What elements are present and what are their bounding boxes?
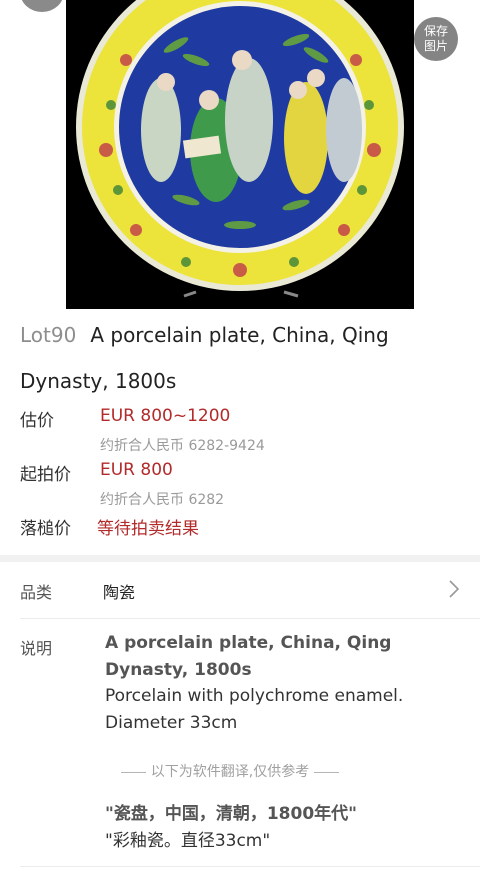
category-value: 陶瓷 <box>103 583 136 602</box>
translation-note: 以下为软件翻译,仅供参考 <box>105 761 355 781</box>
description-title: A porcelain plate, China, Qing Dynasty, … <box>105 633 392 680</box>
row-divider <box>20 618 480 619</box>
save-image-button[interactable]: 保存 图片 <box>414 17 458 61</box>
translation-title: "瓷盘，中国，清朝，1800年代" <box>105 804 358 824</box>
rule-left <box>120 771 146 773</box>
translation-body: "彩釉瓷。直径33cm" <box>105 831 271 851</box>
hammer-price-label: 落槌价 <box>20 519 71 539</box>
start-price-value: EUR 800 <box>100 460 173 480</box>
back-button[interactable] <box>20 0 64 12</box>
translation-note-text: 以下为软件翻译,仅供参考 <box>150 764 310 780</box>
description-line1: Porcelain with polychrome enamel. <box>105 686 404 706</box>
save-label-2: 图片 <box>423 39 448 53</box>
chevron-right-icon[interactable] <box>444 578 464 600</box>
lot-photo[interactable] <box>66 0 414 309</box>
section-divider <box>0 555 480 562</box>
porcelain-plate-image <box>66 0 414 309</box>
start-price-rmb: 约折合人民币 6282 <box>100 492 225 508</box>
rule-right <box>314 771 340 773</box>
lot-title-line2: Dynasty, 1800s <box>20 369 177 393</box>
bottom-divider <box>20 866 480 867</box>
save-label-1: 保存 <box>423 24 448 38</box>
estimate-label: 估价 <box>20 411 54 431</box>
lot-image-area: 保存 图片 <box>0 0 480 309</box>
description-line2: Diameter 33cm <box>105 712 238 733</box>
start-price-label: 起拍价 <box>20 465 71 485</box>
estimate-value: EUR 800~1200 <box>100 406 231 426</box>
lot-number: Lot90 <box>20 323 77 347</box>
category-label: 品类 <box>20 583 53 602</box>
lot-title-line1: A porcelain plate, China, Qing <box>90 323 389 347</box>
estimate-rmb: 约折合人民币 6282-9424 <box>100 438 265 454</box>
description-label: 说明 <box>20 639 53 658</box>
description-body: A porcelain plate, China, Qing Dynasty, … <box>105 630 465 736</box>
lot-title: Lot90 A porcelain plate, China, Qing Dyna… <box>20 312 440 404</box>
hammer-price-value: 等待拍卖结果 <box>97 519 199 539</box>
